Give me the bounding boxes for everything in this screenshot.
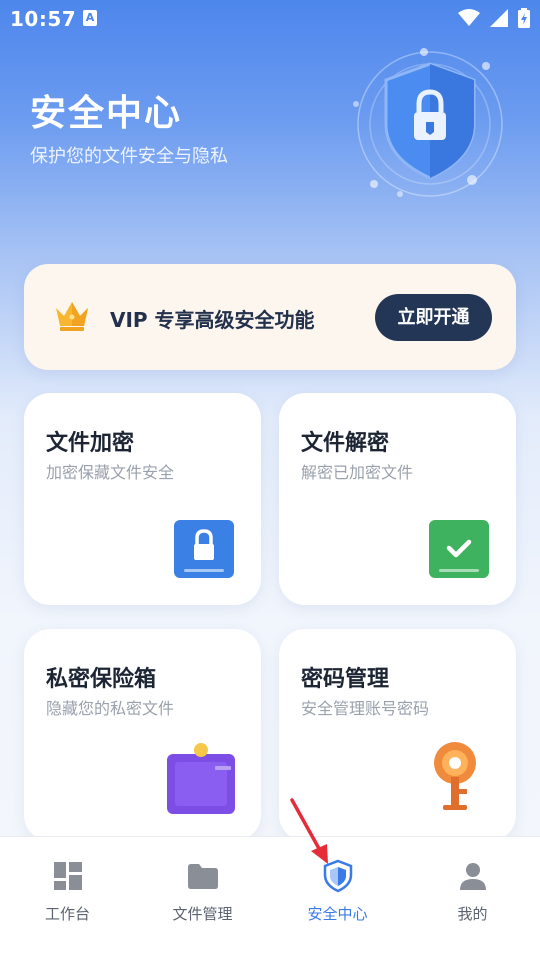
card-file-decrypt[interactable]: 文件解密 解密已加密文件: [279, 393, 516, 605]
lock-icon: [174, 520, 234, 578]
nav-label: 我的: [457, 905, 488, 923]
battery-icon: [518, 8, 530, 28]
folder-icon: [187, 864, 218, 889]
vip-text: VIP 专享高级安全功能: [110, 308, 315, 332]
card-desc: 加密保藏文件安全: [46, 463, 175, 482]
page-title: 安全中心: [30, 93, 183, 134]
pointer-arrow-icon: [290, 798, 328, 864]
card-title: 文件解密: [301, 431, 390, 456]
card-desc: 安全管理账号密码: [301, 699, 430, 718]
vip-banner[interactable]: VIP 专享高级安全功能 立即开通: [24, 264, 516, 370]
card-desc: 解密已加密文件: [301, 463, 414, 482]
status-time: 10:57: [10, 7, 77, 31]
card-desc: 隐藏您的私密文件: [46, 699, 175, 718]
nav-label: 安全中心: [307, 905, 368, 923]
page-subtitle: 保护您的文件安全与隐私: [30, 146, 228, 167]
key-icon: [434, 742, 476, 810]
bottom-nav: 工作台 文件管理 安全中心 我的: [0, 836, 540, 960]
nav-item-file-manager[interactable]: 文件管理: [135, 837, 270, 960]
card-title: 文件加密: [46, 431, 135, 456]
check-icon: [429, 520, 489, 578]
signal-icon: [490, 9, 508, 27]
card-title: 私密保险箱: [46, 667, 157, 692]
card-title: 密码管理: [301, 667, 390, 692]
nav-item-mine[interactable]: 我的: [405, 837, 540, 960]
nav-label: 工作台: [44, 905, 90, 923]
person-icon: [459, 863, 486, 890]
dashboard-icon: [53, 862, 82, 890]
card-private-safe[interactable]: 私密保险箱 隐藏您的私密文件: [24, 629, 261, 841]
vip-open-button[interactable]: 立即开通: [375, 294, 492, 341]
wifi-icon: [458, 9, 480, 26]
nav-item-dashboard[interactable]: 工作台: [0, 837, 135, 960]
nav-label: 文件管理: [172, 905, 233, 923]
notification-badge: A: [83, 10, 97, 26]
status-bar: 10:57 A: [0, 0, 540, 36]
crown-icon: [56, 302, 88, 331]
status-icons: [458, 8, 530, 28]
safe-box-icon: [167, 743, 235, 814]
card-file-encrypt[interactable]: 文件加密 加密保藏文件安全: [24, 393, 261, 605]
shield-lock-icon: [353, 48, 503, 197]
